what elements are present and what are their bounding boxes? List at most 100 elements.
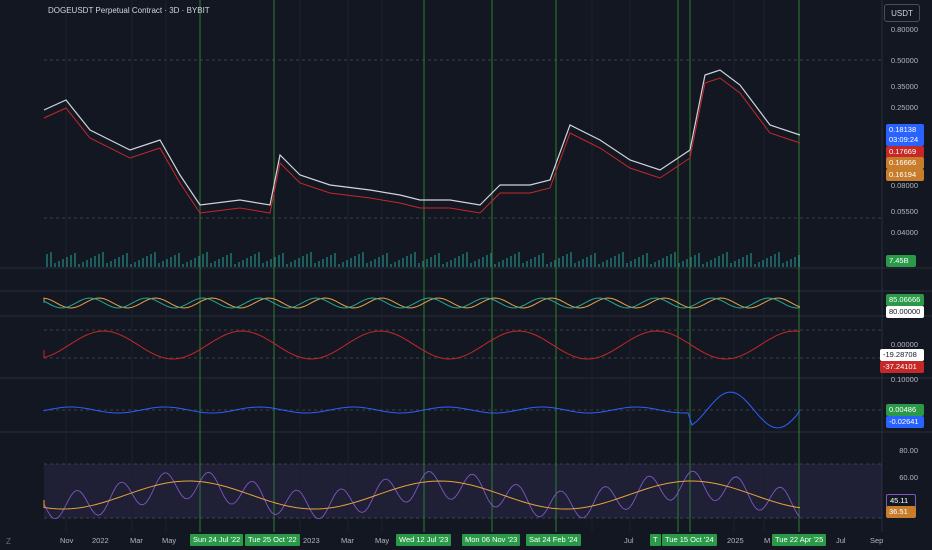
rsi-value-b-badge: 36.51 xyxy=(886,506,916,518)
volume-bar xyxy=(50,252,52,267)
volume-bar xyxy=(638,257,640,267)
zoom-icon[interactable]: Z xyxy=(6,537,11,546)
volume-bar xyxy=(302,256,304,267)
chart-canvas[interactable] xyxy=(0,0,932,550)
volume-bar xyxy=(234,264,236,267)
volume-bar xyxy=(414,252,416,267)
time-label: 2023 xyxy=(303,536,320,545)
rsi-tick: 60.00 xyxy=(899,473,918,482)
volume-bar xyxy=(646,253,648,267)
volume-bar xyxy=(678,263,680,267)
volume-bar xyxy=(554,260,556,267)
time-label: Jul xyxy=(836,536,846,545)
volume-bar xyxy=(586,257,588,267)
volume-bar xyxy=(210,263,212,267)
time-label: 2025 xyxy=(727,536,744,545)
volume-bar xyxy=(326,257,328,267)
volume-bar xyxy=(382,255,384,267)
volume-bar xyxy=(590,255,592,267)
volume-bar xyxy=(230,253,232,267)
ma-line xyxy=(43,77,801,214)
volume-bar xyxy=(434,255,436,267)
volume-bar xyxy=(78,264,80,267)
volume-bar xyxy=(374,259,376,267)
currency-button[interactable]: USDT xyxy=(884,4,920,22)
level-a-badge: 0.16666 xyxy=(886,157,924,169)
volume-bar xyxy=(322,259,324,267)
volume-bar xyxy=(566,254,568,267)
volume-bar xyxy=(190,260,192,267)
volume-bar xyxy=(786,261,788,267)
volume-bar xyxy=(146,256,148,267)
volume-bar xyxy=(194,258,196,267)
volume-bar xyxy=(114,259,116,267)
volume-bar xyxy=(438,253,440,267)
volume-bar xyxy=(226,255,228,267)
volume-bar xyxy=(206,252,208,267)
volume-bar xyxy=(774,254,776,267)
volume-badge: 7.45B xyxy=(886,255,916,267)
symbol-title: DOGEUSDT Perpetual Contract · 3D · BYBIT xyxy=(48,6,210,15)
volume-bar xyxy=(626,263,628,267)
volume-bar xyxy=(218,259,220,267)
date-tag: Tue 25 Oct '22 xyxy=(245,534,300,546)
volume-bar xyxy=(682,261,684,267)
volume-bar xyxy=(478,259,480,267)
volume-bar xyxy=(634,259,636,267)
volume-bar xyxy=(278,255,280,267)
volume-bar xyxy=(238,262,240,267)
volume-bar xyxy=(94,256,96,267)
volume-bar xyxy=(46,254,48,267)
date-tag: Tue 22 Apr '25 xyxy=(772,534,827,546)
chart-stage[interactable]: DOGEUSDT Perpetual Contract · 3D · BYBIT… xyxy=(0,0,932,550)
volume-bar xyxy=(550,262,552,267)
volume-bar xyxy=(742,257,744,267)
volume-bar xyxy=(502,260,504,267)
volume-bar xyxy=(762,260,764,267)
volume-bar xyxy=(658,260,660,267)
volume-bar xyxy=(722,254,724,267)
volume-bar xyxy=(734,261,736,267)
volume-bar xyxy=(798,255,800,267)
osc1-value-a-badge: -19.28708 xyxy=(880,349,924,361)
volume-bar xyxy=(410,254,412,267)
volume-bar xyxy=(130,264,132,267)
volume-bar xyxy=(558,258,560,267)
countdown-badge: 03:09:24 xyxy=(886,134,924,146)
volume-bar xyxy=(602,262,604,267)
volume-bar xyxy=(354,256,356,267)
volume-bar xyxy=(362,252,364,267)
volume-bar xyxy=(166,259,168,267)
volume-bar xyxy=(522,263,524,267)
osc2-value-b-badge: -0.02641 xyxy=(886,416,924,428)
volume-bar xyxy=(610,258,612,267)
price-tick: 0.04000 xyxy=(890,228,918,237)
volume-bar xyxy=(498,262,500,267)
volume-bar xyxy=(330,255,332,267)
volume-bar xyxy=(782,263,784,267)
volume-bar xyxy=(442,264,444,267)
price-tick: 0.25000 xyxy=(890,103,918,112)
level-b-badge: 0.16194 xyxy=(886,169,924,181)
volume-bar xyxy=(510,256,512,267)
volume-bar xyxy=(162,261,164,267)
volume-bar xyxy=(738,259,740,267)
volume-bar xyxy=(546,264,548,267)
date-tag-partial: T xyxy=(650,534,661,546)
volume-bar xyxy=(650,264,652,267)
osc1-tick: 0.00000 xyxy=(890,340,918,349)
volume-bar xyxy=(310,252,312,267)
volume-bar xyxy=(430,257,432,267)
stoch-value-badge: 85.06666 xyxy=(886,294,924,306)
volume-bar xyxy=(254,254,256,267)
volume-bar xyxy=(182,264,184,267)
volume-bar xyxy=(170,257,172,267)
volume-bar xyxy=(418,263,420,267)
volume-bar xyxy=(290,262,292,267)
volume-bar xyxy=(570,252,572,267)
volume-bar xyxy=(282,253,284,267)
volume-bar xyxy=(242,260,244,267)
volume-bar xyxy=(598,264,600,267)
volume-bar xyxy=(198,256,200,267)
volume-bar xyxy=(770,256,772,267)
